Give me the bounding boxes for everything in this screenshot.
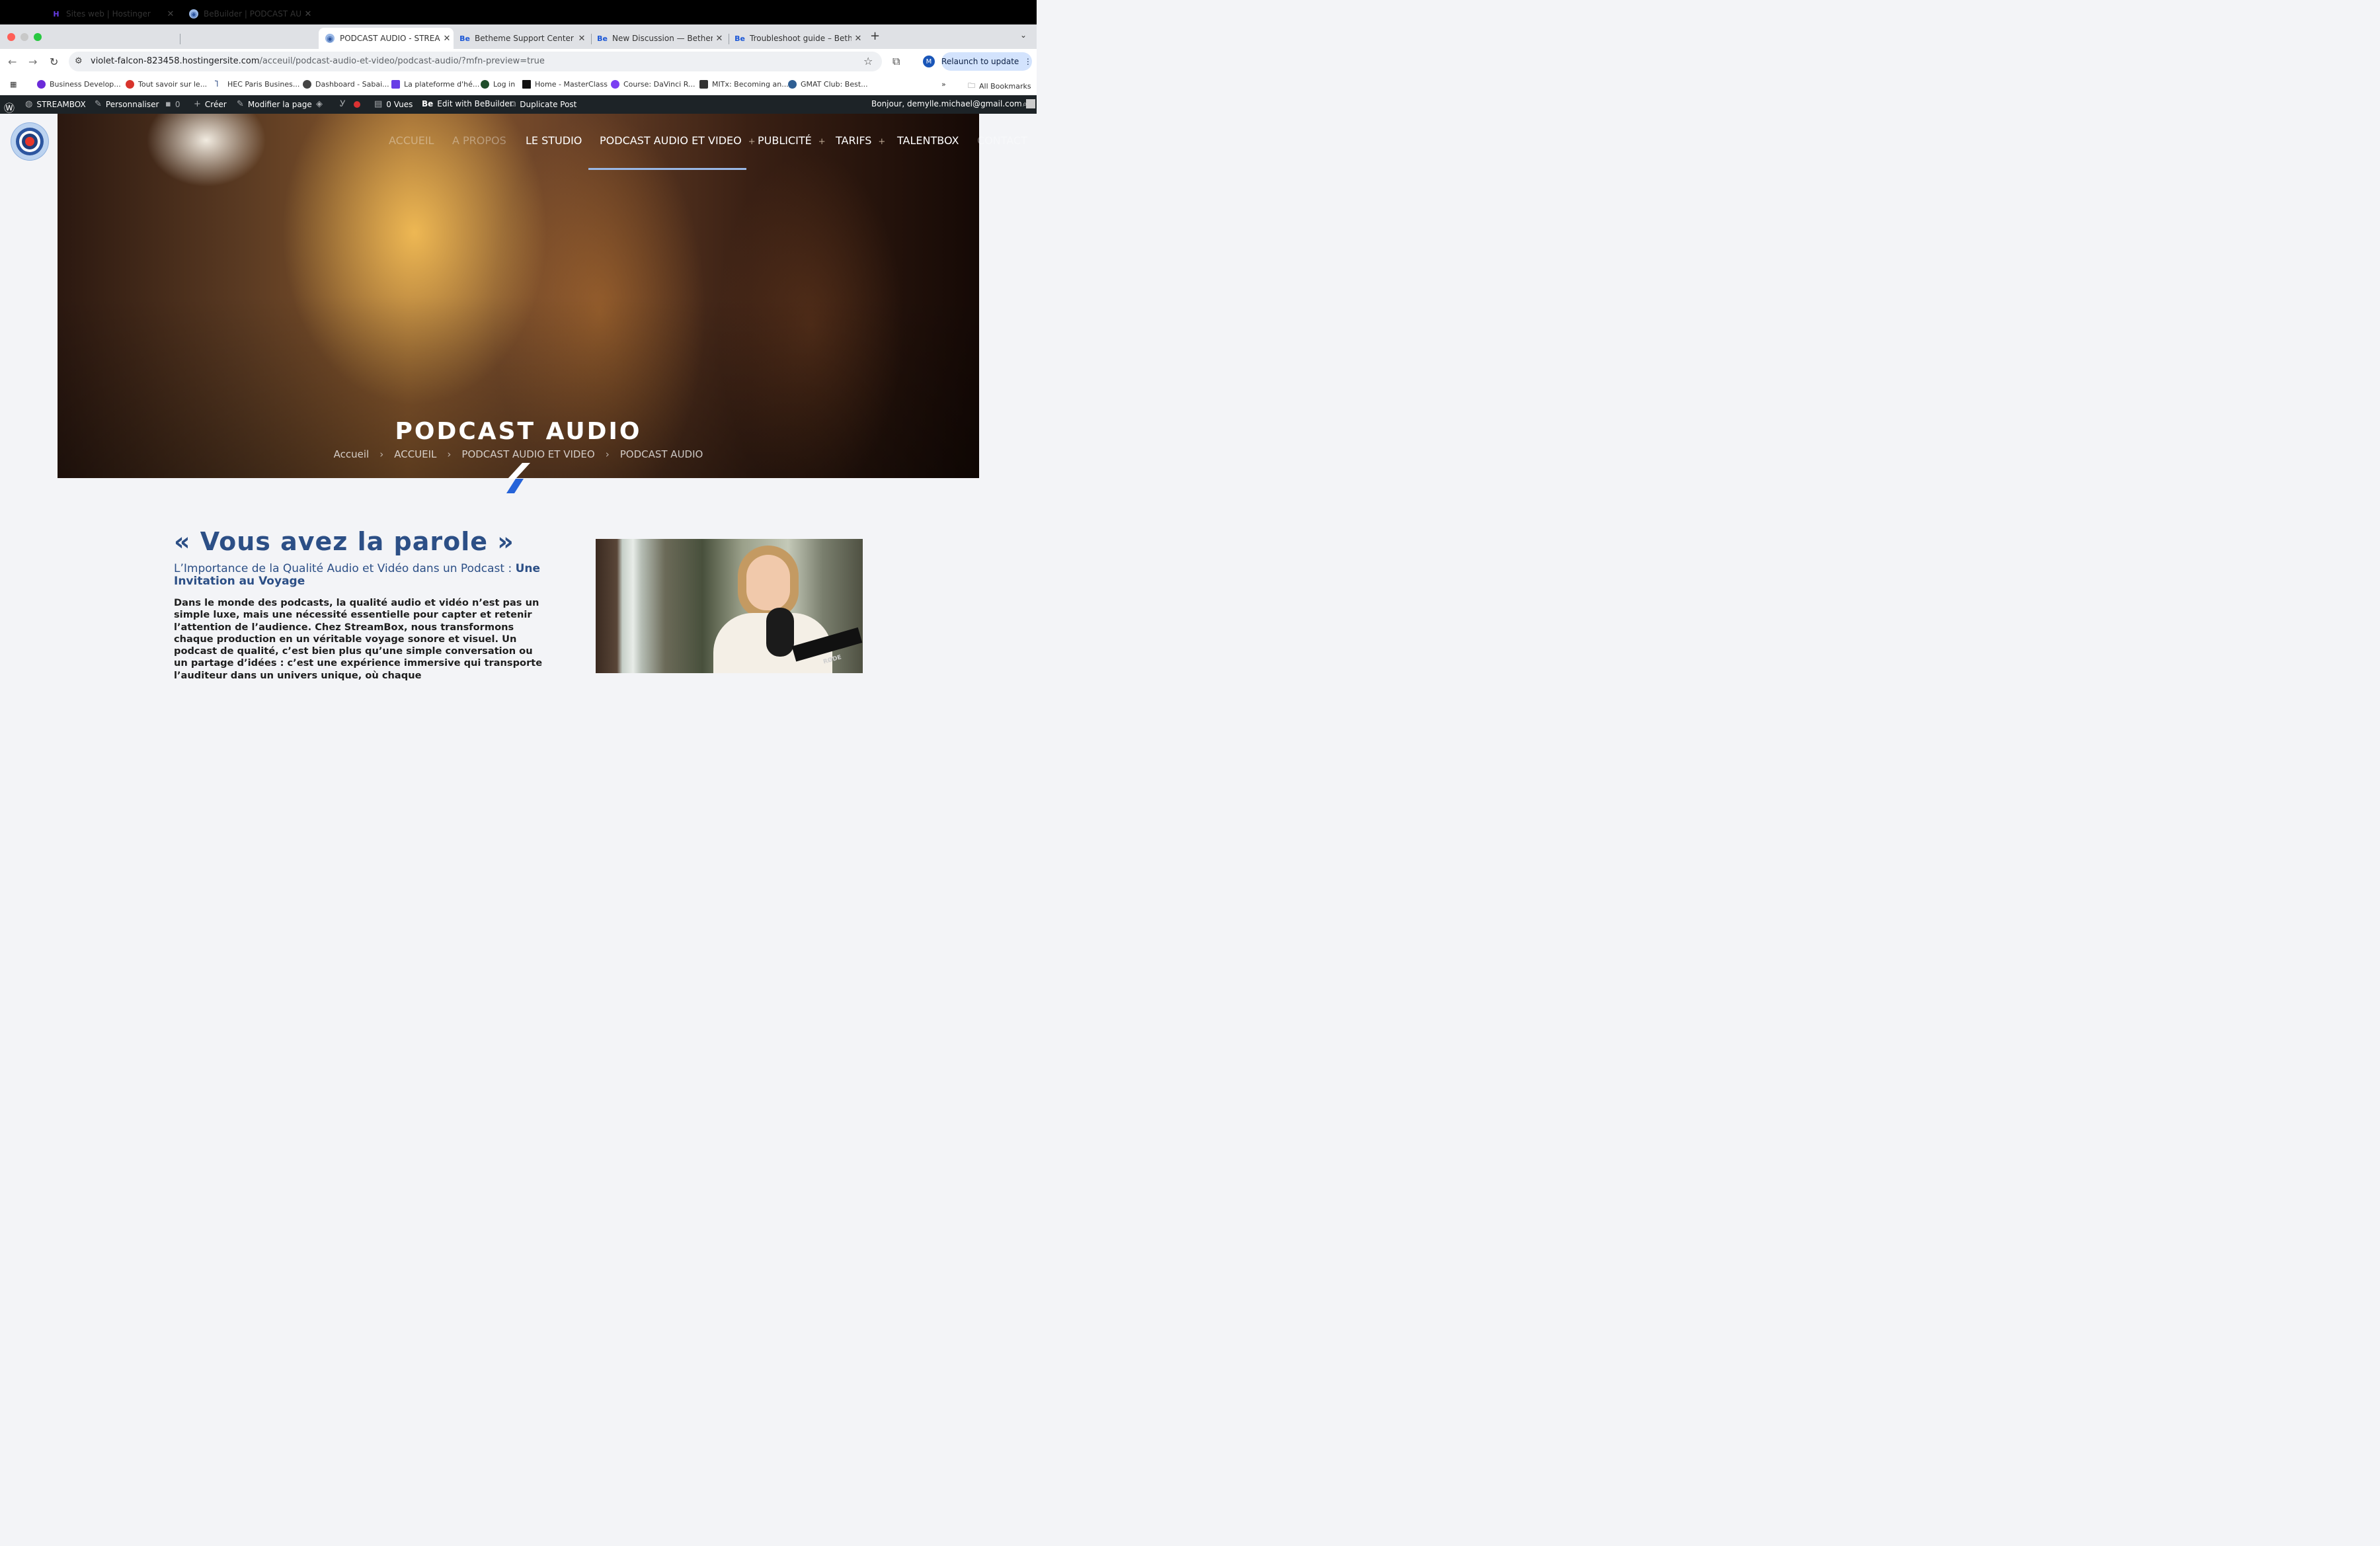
- close-tab-icon[interactable]: ✕: [713, 34, 726, 44]
- bookmark-item[interactable]: Course: DaVinci R...: [611, 80, 695, 89]
- bookmark-item[interactable]: GMAT Club: Best...: [788, 80, 868, 89]
- submenu-plus-icon: +: [818, 137, 826, 147]
- relaunch-button[interactable]: Relaunch to update ⋮: [941, 52, 1032, 71]
- close-tab-icon[interactable]: ✕: [575, 34, 588, 44]
- section-subheading: L’Importance de la Qualité Audio et Vidé…: [174, 562, 541, 588]
- nav-item-le-studio[interactable]: LE STUDIO: [526, 134, 582, 147]
- stats-icon: ▤: [374, 99, 383, 109]
- reload-icon[interactable]: ↻: [50, 56, 58, 68]
- breadcrumb-current: PODCAST AUDIO: [619, 448, 703, 460]
- close-tab-icon[interactable]: ✕: [440, 34, 454, 44]
- wp-duplicate-post[interactable]: ⧉ Duplicate Post: [510, 99, 576, 109]
- close-tab-icon[interactable]: ✕: [852, 34, 865, 44]
- search-icon[interactable]: ⌕: [1023, 99, 1027, 109]
- close-tab-icon[interactable]: ✕: [301, 9, 315, 19]
- breadcrumb-link[interactable]: PODCAST AUDIO ET VIDEO: [461, 448, 594, 460]
- wp-diamond-icon[interactable]: ◈: [316, 99, 327, 109]
- bookmark-item[interactable]: Dashboard - Sabai...: [303, 80, 389, 89]
- streambox-icon: ◉: [325, 34, 335, 43]
- yoast-icon[interactable]: Ꭹ: [340, 99, 360, 109]
- site-logo[interactable]: [11, 123, 48, 160]
- more-bookmarks-icon[interactable]: »: [941, 80, 946, 89]
- pencil-icon: ✎: [237, 99, 244, 109]
- nav-item-tarifs[interactable]: TARIFS +: [836, 134, 885, 147]
- brush-icon: ✎: [95, 99, 102, 109]
- wp-edit-bebuilder[interactable]: Be Edit with BeBuilder: [422, 99, 513, 108]
- profile-avatar[interactable]: M: [923, 56, 935, 67]
- breadcrumb-link[interactable]: Accueil: [334, 448, 370, 460]
- all-bookmarks-folder[interactable]: 🗀 All Bookmarks: [968, 80, 1031, 93]
- section-heading: « Vous avez la parole »: [174, 527, 514, 556]
- minimize-window-button[interactable]: [20, 33, 28, 41]
- plus-icon: +: [194, 99, 201, 109]
- user-avatar-icon: [1025, 99, 1035, 108]
- streambox-icon: ◉: [189, 9, 198, 19]
- microphone: [766, 608, 794, 657]
- bookmark-item[interactable]: Business Develop...: [37, 80, 121, 89]
- back-arrow-icon[interactable]: ←: [8, 56, 17, 68]
- dashboard-icon: ◍: [25, 99, 33, 109]
- seo-status-dot: [353, 101, 360, 108]
- wp-account[interactable]: Bonjour, demylle.michael@gmail.com: [871, 99, 1035, 108]
- browser-tab[interactable]: Be New Discussion — Betheme S ✕: [591, 28, 726, 49]
- browser-tab[interactable]: Be Betheme Support Center ✕: [454, 28, 588, 49]
- active-nav-indicator: [588, 168, 746, 170]
- nav-item-contact[interactable]: CONTACT: [977, 134, 1027, 147]
- section-body-text: Dans le monde des podcasts, la qualité a…: [174, 597, 543, 681]
- bookmark-star-icon[interactable]: ☆: [863, 55, 873, 67]
- browser-tab-active[interactable]: ◉ PODCAST AUDIO - STREAMB ✕: [319, 28, 454, 49]
- browser-tab[interactable]: Be Troubleshoot guide – Bethem ✕: [729, 28, 865, 49]
- close-window-button[interactable]: [7, 33, 15, 41]
- nav-item-talentbox[interactable]: TALENTBOX: [897, 134, 959, 147]
- wp-edit-page[interactable]: ✎ Modifier la page: [237, 99, 312, 109]
- window-controls: [7, 33, 42, 41]
- page-title: PODCAST AUDIO: [395, 418, 642, 445]
- submenu-plus-icon: +: [878, 137, 886, 147]
- nav-item-accueil[interactable]: ACCUEIL: [389, 134, 434, 147]
- browser-tab[interactable]: ◉ BeBuilder | PODCAST AUDIO ✕: [182, 3, 315, 24]
- nav-item-publicite[interactable]: PUBLICITÉ +: [758, 134, 826, 147]
- be-icon: Be: [422, 99, 434, 108]
- folder-icon: 🗀: [968, 81, 975, 90]
- extensions-icon[interactable]: ⧉: [892, 55, 900, 68]
- podcast-host-photo: RØDE: [596, 539, 863, 673]
- bookmark-item[interactable]: Ⴈ HEC Paris Busines...: [215, 80, 299, 89]
- wp-views[interactable]: ▤ 0 Vues: [374, 99, 413, 109]
- maximize-window-button[interactable]: [34, 33, 42, 41]
- tab-search-chevron-icon[interactable]: ⌄: [1020, 30, 1027, 40]
- copy-icon: ⧉: [510, 99, 516, 109]
- comment-icon: ▪: [165, 99, 171, 109]
- url-text[interactable]: violet-falcon-823458.hostingersite.com/a…: [91, 56, 545, 66]
- close-tab-icon[interactable]: ✕: [164, 9, 177, 19]
- chevron-right-icon: ›: [379, 448, 384, 460]
- be-icon: Be: [459, 34, 470, 43]
- wp-create[interactable]: + Créer: [194, 99, 227, 109]
- hostinger-icon: H: [53, 9, 60, 19]
- wp-site-name[interactable]: ◍ STREAMBOX: [25, 99, 86, 109]
- browser-tab[interactable]: H Sites web | Hostinger ✕: [45, 3, 177, 24]
- nav-item-podcast-audio-et-video[interactable]: PODCAST AUDIO ET VIDEO +: [600, 134, 756, 147]
- wp-customize[interactable]: ✎ Personnaliser: [95, 99, 159, 109]
- bookmark-item[interactable]: Tout savoir sur le...: [126, 80, 207, 89]
- chevron-right-icon: ›: [605, 448, 610, 460]
- apps-grid-icon[interactable]: ▦: [10, 80, 17, 89]
- wordpress-logo-icon[interactable]: Ⓦ: [4, 99, 15, 115]
- be-icon: Be: [597, 34, 608, 43]
- submenu-plus-icon: +: [748, 137, 756, 147]
- wp-comments[interactable]: ▪ 0: [165, 99, 180, 109]
- nav-item-a-propos[interactable]: A PROPOS: [452, 134, 506, 147]
- site-settings-icon[interactable]: ⚙: [75, 56, 83, 66]
- forward-arrow-icon[interactable]: →: [28, 56, 37, 68]
- be-icon: Be: [734, 34, 745, 43]
- bookmark-item[interactable]: La plateforme d'hé...: [391, 80, 479, 89]
- decorative-slash-icon: [506, 463, 530, 493]
- breadcrumb: Accueil › ACCUEIL › PODCAST AUDIO ET VID…: [0, 448, 1037, 460]
- breadcrumb-link[interactable]: ACCUEIL: [394, 448, 436, 460]
- bookmark-item[interactable]: Log in: [481, 80, 515, 89]
- new-tab-button[interactable]: +: [870, 29, 880, 43]
- bookmark-item[interactable]: MITx: Becoming an...: [699, 80, 789, 89]
- chevron-right-icon: ›: [447, 448, 452, 460]
- bookmark-item[interactable]: Home - MasterClass: [522, 80, 608, 89]
